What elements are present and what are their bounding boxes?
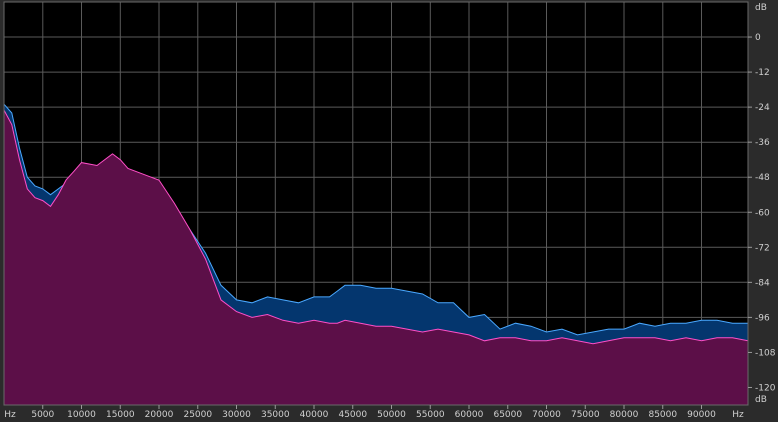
y-tick-label: -120 (755, 384, 776, 394)
y-tick-label: -24 (755, 103, 770, 113)
spectrum-analyzer: 5000 10000 15000 20000 25000 30000 35000 40000 4… (0, 0, 778, 422)
x-tick-label: 80000 (610, 410, 639, 420)
x-tick-label: 35000 (261, 410, 290, 420)
x-unit-label: Hz (732, 410, 744, 420)
y-tick-label: -96 (755, 313, 770, 323)
x-tick-label: 30000 (222, 410, 251, 420)
y-tick-label: -60 (755, 208, 770, 218)
x-unit-label: Hz (4, 410, 16, 420)
y-unit-label: dB (755, 3, 767, 13)
x-tick-label: 20000 (145, 410, 174, 420)
y-tick-label: -84 (755, 278, 770, 288)
spectrum-chart: 5000 10000 15000 20000 25000 30000 35000 40000 4… (0, 0, 778, 422)
y-tick-label: 0 (755, 33, 761, 43)
x-tick-label: 55000 (416, 410, 445, 420)
x-tick-label: 50000 (377, 410, 406, 420)
x-tick-label: 65000 (493, 410, 522, 420)
y-tick-label: -72 (755, 243, 770, 253)
y-tick-label: -48 (755, 173, 770, 183)
x-tick-label: 70000 (532, 410, 561, 420)
y-tick-label: -12 (755, 68, 770, 78)
x-tick-label: 85000 (648, 410, 677, 420)
x-tick-label: 25000 (183, 410, 212, 420)
x-tick-label: 15000 (106, 410, 135, 420)
y-unit-label: dB (755, 395, 767, 405)
x-tick-label: 60000 (455, 410, 484, 420)
x-tick-label: 45000 (338, 410, 367, 420)
x-tick-label: 10000 (67, 410, 96, 420)
y-tick-label: -36 (755, 138, 770, 148)
x-tick-label: 75000 (571, 410, 600, 420)
x-tick-label: 90000 (687, 410, 716, 420)
x-tick-label: 40000 (300, 410, 329, 420)
y-tick-label: -108 (755, 348, 776, 358)
x-tick-label: 5000 (31, 410, 54, 420)
